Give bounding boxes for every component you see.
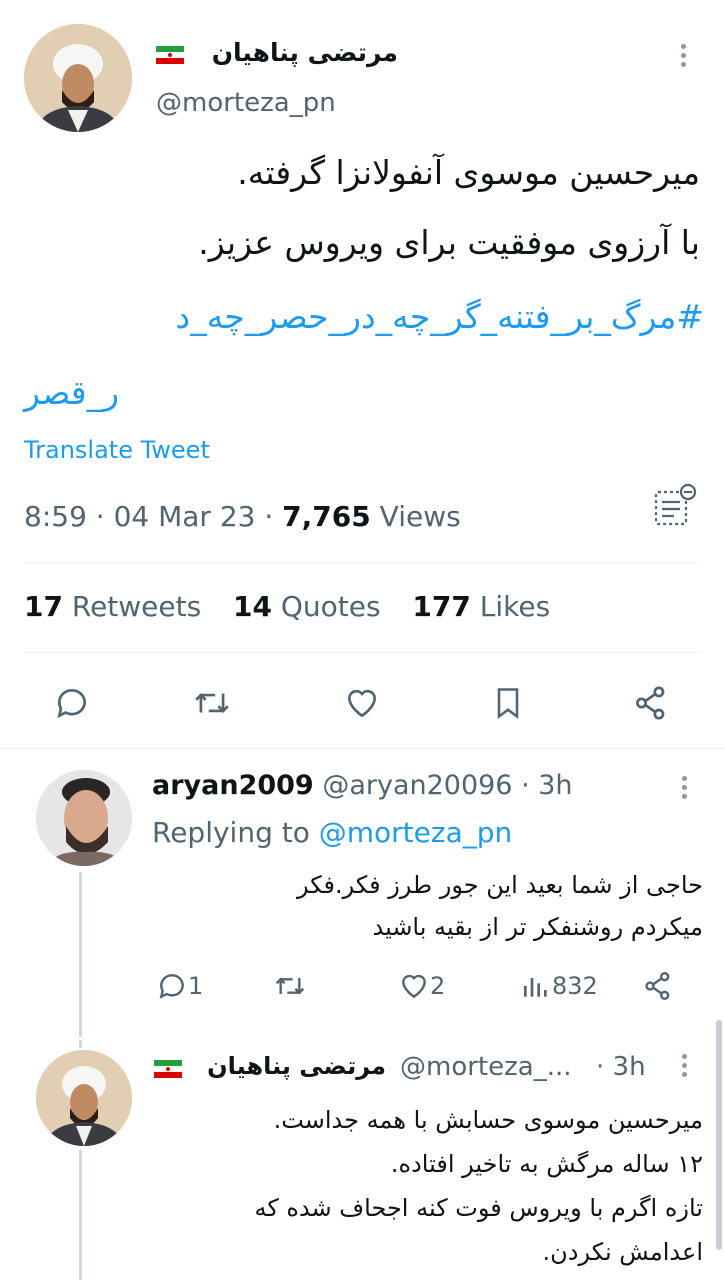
hashtag-link[interactable]: ر_قصر bbox=[24, 372, 224, 414]
reply-action-reply[interactable]: 1 bbox=[156, 970, 203, 1002]
reply-handle[interactable]: @morteza_... bbox=[400, 1052, 572, 1082]
more-icon[interactable] bbox=[682, 776, 688, 803]
likes-count: 177 bbox=[412, 590, 471, 623]
reply-avatar[interactable] bbox=[36, 770, 132, 866]
scrollbar[interactable] bbox=[716, 1020, 722, 1250]
thread-line bbox=[79, 872, 82, 1037]
hashtag-line[interactable]: ر_قصر bbox=[24, 373, 119, 412]
more-icon[interactable] bbox=[681, 44, 687, 71]
hashtag-line[interactable]: #مرگ_بر_فتنه_گر_چه_در_حصر_چه_د bbox=[24, 296, 705, 338]
tweet-text: با آرزوی موفقیت برای ویروس عزیز. bbox=[40, 222, 700, 264]
reply-count: 1 bbox=[188, 972, 204, 1000]
views-count: 7,765 bbox=[282, 500, 371, 533]
like-icon[interactable] bbox=[343, 684, 381, 722]
quotes-stat[interactable]: 14 Quotes bbox=[233, 590, 381, 623]
author-name[interactable]: مرتضی پناهیان bbox=[212, 38, 398, 67]
analytics-icon[interactable] bbox=[652, 482, 700, 530]
like-icon[interactable] bbox=[398, 970, 430, 1002]
reply-handle-time[interactable]: @aryan20096 · 3h bbox=[314, 770, 572, 801]
bookmark-icon[interactable] bbox=[490, 684, 526, 722]
thread-line bbox=[79, 1040, 82, 1048]
like-count: 2 bbox=[430, 972, 446, 1000]
reply-action-views[interactable]: 832 bbox=[520, 970, 598, 1002]
reply-text-line: ۱۲ ساله مرگش به تاخیر افتاده. bbox=[390, 1150, 703, 1178]
retweet-icon[interactable] bbox=[272, 970, 308, 1002]
replying-to-handle[interactable]: @morteza_pn bbox=[319, 816, 513, 849]
flag-icon bbox=[156, 46, 184, 64]
reply-text-line: میکردم روشنفکر تر از بقیه باشید bbox=[372, 913, 703, 941]
author-handle[interactable]: @morteza_pn bbox=[156, 88, 336, 118]
views-count: 832 bbox=[552, 972, 598, 1000]
retweets-label: Retweets bbox=[62, 590, 202, 623]
author-avatar[interactable] bbox=[24, 24, 132, 132]
reply-text: حاجی از شما بعید این جور طرز فکر.فکر میک… bbox=[152, 864, 703, 948]
translate-tweet-link[interactable]: Translate Tweet bbox=[24, 436, 210, 464]
tweet-text-line: با آرزوی موفقیت برای ویروس عزیز. bbox=[198, 223, 700, 262]
reply-avatar[interactable] bbox=[36, 1050, 132, 1146]
likes-label: Likes bbox=[470, 590, 551, 623]
reply-author-name[interactable]: مرتضی پناهیان bbox=[186, 1052, 386, 1080]
reply-icon[interactable] bbox=[156, 970, 188, 1002]
share-icon[interactable] bbox=[632, 684, 670, 722]
reply-text-line: حاجی از شما بعید این جور طرز فکر.فکر bbox=[297, 871, 703, 899]
retweets-count: 17 bbox=[24, 590, 63, 623]
more-icon[interactable] bbox=[682, 1054, 688, 1081]
flag-icon bbox=[154, 1060, 182, 1078]
tweet-meta: 8:59 · 04 Mar 23 · 7,765 Views bbox=[24, 500, 461, 533]
reply-header: aryan2009 @aryan20096 · 3h bbox=[152, 770, 573, 801]
share-icon[interactable] bbox=[642, 970, 674, 1002]
tweet-text-line: میرحسین موسوی آنفولانزا گرفته. bbox=[237, 153, 700, 192]
likes-stat[interactable]: 177 Likes bbox=[412, 590, 550, 623]
hashtag-link[interactable]: #مرگ_بر_فتنه_گر_چه_در_حصر_چه_د bbox=[24, 296, 705, 338]
engagement-counts: 17 Retweets 14 Quotes 177 Likes bbox=[24, 590, 550, 623]
reply-action-like[interactable]: 2 bbox=[398, 970, 445, 1002]
quotes-count: 14 bbox=[233, 590, 272, 623]
thread-line bbox=[79, 1150, 82, 1280]
reply-time[interactable]: · 3h bbox=[596, 1052, 646, 1082]
tweet-text: میرحسین موسوی آنفولانزا گرفته. bbox=[40, 152, 700, 194]
reply-text-line: تازه اگرم با ویروس فوت کنه اجحاف شده که bbox=[254, 1194, 703, 1222]
retweets-stat[interactable]: 17 Retweets bbox=[24, 590, 201, 623]
reply-icon[interactable] bbox=[53, 684, 91, 722]
replying-to: Replying to @morteza_pn bbox=[152, 816, 512, 849]
quotes-label: Quotes bbox=[271, 590, 381, 623]
reply-text-line: اعدامش نکردن. bbox=[542, 1238, 703, 1266]
views-label: Views bbox=[370, 500, 461, 533]
author-name-row[interactable]: مرتضی پناهیان bbox=[150, 38, 398, 74]
reply-text-line: میرحسین موسوی حسابش با همه جداست. bbox=[273, 1106, 703, 1134]
replying-to-label: Replying to bbox=[152, 816, 319, 849]
reply-author-name[interactable]: aryan2009 bbox=[152, 770, 314, 801]
tweet-time[interactable]: 8:59 · 04 Mar 23 · bbox=[24, 500, 282, 533]
retweet-icon[interactable] bbox=[192, 684, 232, 722]
views-icon[interactable] bbox=[520, 970, 552, 1002]
reply-text: میرحسین موسوی حسابش با همه جداست. ۱۲ سال… bbox=[152, 1098, 703, 1274]
